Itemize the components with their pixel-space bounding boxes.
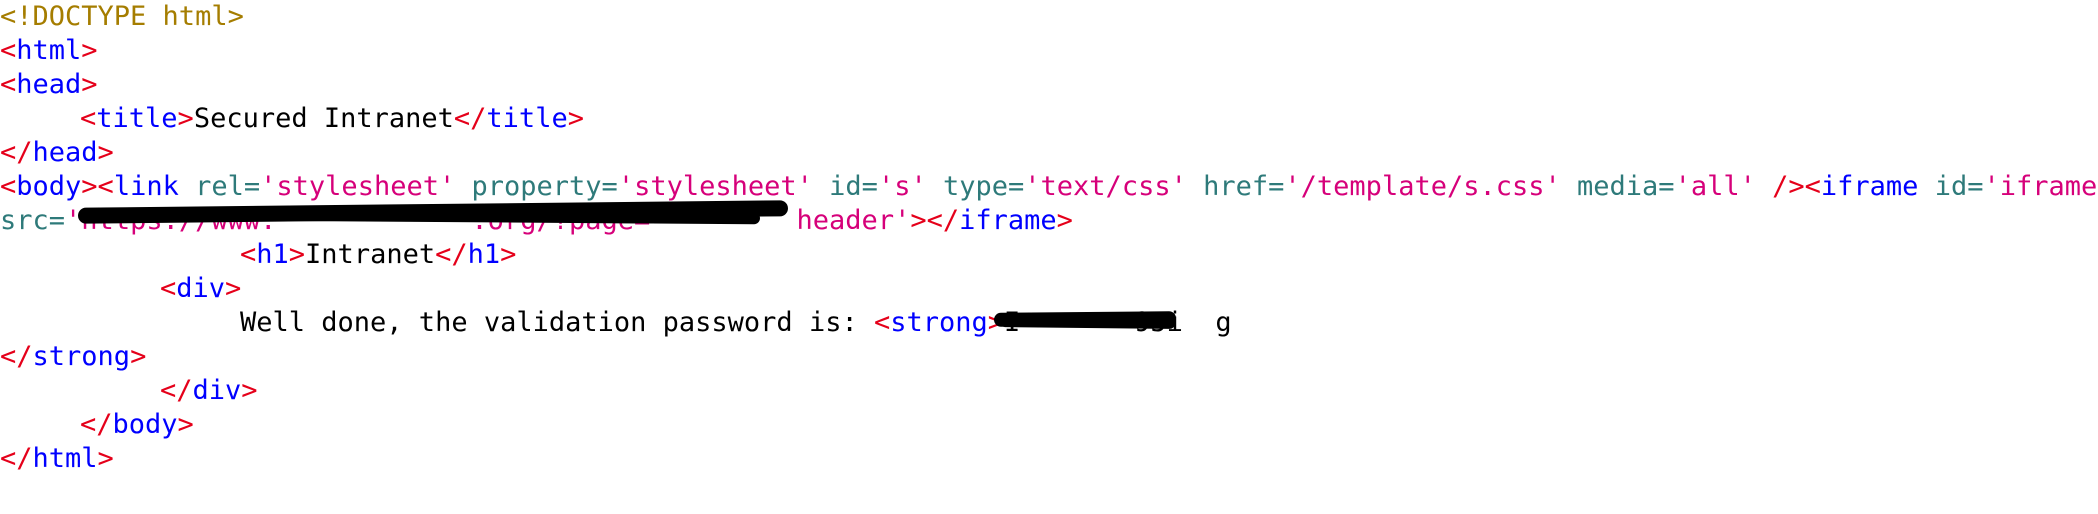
open-bracket: < [0, 35, 17, 66]
code-line-12: </div> [0, 374, 2098, 408]
close-bracket: > [1056, 205, 1073, 236]
code-line-11: </strong> [0, 340, 2098, 374]
tag-name: iframe [1820, 171, 1919, 202]
attribute-value: 'all' [1674, 171, 1756, 202]
close-bracket: > [567, 103, 584, 134]
redaction-mark-password [999, 317, 1176, 329]
tag-name: html [32, 443, 98, 474]
heading-text: Intranet [305, 239, 436, 270]
close-bracket: > [97, 443, 114, 474]
attribute-name: media [1577, 171, 1659, 202]
attribute-name: href [1203, 171, 1269, 202]
code-line-1: <!DOCTYPE html> [0, 0, 2098, 34]
close-bracket: > [241, 375, 258, 406]
close-bracket: > [288, 239, 306, 270]
attribute-value: 'text/css' [1024, 171, 1187, 202]
attribute-value: 's' [877, 171, 927, 202]
open-bracket: < [160, 273, 177, 304]
tag-name: h1 [256, 239, 289, 270]
open-bracket: </ [80, 409, 113, 440]
close-bracket: > [225, 273, 242, 304]
source-code-viewer: <!DOCTYPE html> <html> <head> <title>Sec… [0, 0, 2098, 514]
close-bracket: > [81, 69, 98, 100]
open-bracket: < [80, 103, 97, 134]
code-line-4: <title>Secured Intranet</title> [0, 102, 2098, 136]
attribute-name: rel [195, 171, 244, 202]
close-bracket: > [177, 409, 194, 440]
close-bracket: > [81, 35, 98, 66]
tag-name: div [192, 375, 242, 406]
tag-name: body [112, 409, 178, 440]
open-bracket: </ [0, 137, 33, 168]
tag-name: strong [890, 307, 988, 338]
close-bracket: > [177, 103, 194, 134]
tag-name: html [16, 35, 82, 66]
open-bracket: < [0, 69, 17, 100]
open-bracket: < [873, 307, 891, 338]
attribute-name: type [942, 171, 1009, 202]
code-line-5: </head> [0, 136, 2098, 170]
attribute-value: 'iframe' [1983, 171, 2098, 202]
open-bracket: </ [0, 341, 33, 372]
close-bracket: > [500, 239, 517, 270]
attribute-name: src [0, 205, 49, 236]
code-line-6: <body><link rel='stylesheet' property='s… [0, 170, 2098, 204]
tag-name: head [32, 137, 98, 168]
doctype-declaration: <!DOCTYPE html> [0, 1, 244, 32]
self-close-bracket: />< [1772, 171, 1821, 202]
close-bracket: >< [81, 171, 114, 202]
tag-name: head [16, 69, 82, 100]
open-bracket: < [240, 239, 257, 270]
attribute-name: property [471, 171, 602, 202]
title-text: Secured Intranet [193, 103, 454, 134]
close-bracket: > [130, 341, 147, 372]
tag-name: body [16, 171, 82, 202]
tag-name: link [113, 171, 179, 202]
code-line-2: <html> [0, 34, 2098, 68]
code-line-8: <h1>Intranet</h1> [0, 238, 2098, 272]
tag-name: iframe [959, 205, 1057, 236]
tag-name: h1 [467, 239, 501, 270]
code-line-9: <div> [0, 272, 2098, 306]
open-bracket: </ [160, 375, 193, 406]
tag-name: title [96, 103, 178, 134]
code-line-13: </body> [0, 408, 2098, 442]
close-bracket: ></ [910, 205, 960, 236]
attribute-value: 'stylesheet' [617, 171, 813, 202]
attribute-value: 'stylesheet' [260, 171, 456, 202]
open-bracket: </ [435, 239, 468, 270]
tag-name: title [486, 103, 568, 134]
close-bracket: > [97, 137, 114, 168]
message-text: Well done, the validation password is: [240, 307, 874, 338]
tag-name: strong [32, 341, 131, 372]
tag-name: div [176, 273, 226, 304]
open-bracket: < [0, 171, 17, 202]
code-line-3: <head> [0, 68, 2098, 102]
attribute-name: id [1934, 171, 1968, 202]
attribute-name: id [829, 171, 862, 202]
attribute-value: '/template/s.css' [1284, 171, 1561, 202]
open-bracket: </ [453, 103, 487, 134]
open-bracket: </ [0, 443, 33, 474]
code-line-14: </html> [0, 442, 2098, 476]
